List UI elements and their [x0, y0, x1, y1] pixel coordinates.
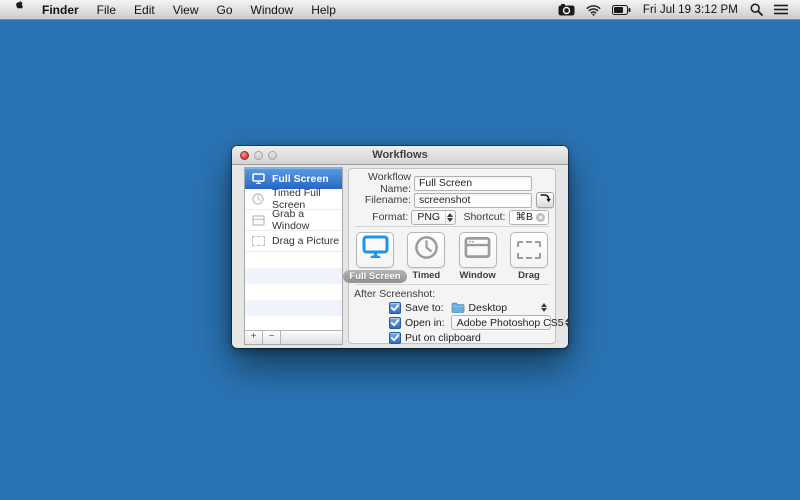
window-title: Workflows: [372, 149, 427, 161]
sidebar-item-grab-a-window[interactable]: Grab a Window: [245, 210, 342, 231]
popup-stepper-icon: [445, 211, 455, 224]
filename-token-button[interactable]: [536, 192, 554, 208]
filename-input[interactable]: [414, 193, 532, 208]
separator: [355, 284, 549, 285]
apple-menu[interactable]: [0, 0, 33, 19]
menu-edit-label: Edit: [134, 3, 155, 17]
menu-finder-label: Finder: [42, 3, 79, 17]
separator: [355, 226, 549, 227]
wifi-icon[interactable]: [584, 4, 603, 16]
filename-label: Filename:: [349, 194, 411, 206]
drag-mode-button[interactable]: [510, 232, 548, 268]
workflow-detail-panel: Workflow Name: Filename: Format: PNG Sho…: [348, 168, 556, 344]
menu-go[interactable]: Go: [208, 0, 242, 19]
menu-view-label: View: [173, 3, 199, 17]
popup-stepper-icon: [564, 316, 571, 329]
after-screenshot-heading: After Screenshot:: [354, 288, 435, 300]
mode-label: Timed: [412, 270, 440, 281]
sidebar-item-label: Grab a Window: [272, 208, 342, 232]
close-button[interactable]: [240, 151, 249, 160]
menu-file-label: File: [97, 3, 116, 17]
full-screen-mode-button[interactable]: [356, 232, 394, 268]
mode-label: Full Screen: [343, 270, 406, 283]
format-value: PNG: [417, 211, 444, 223]
add-workflow-button[interactable]: +: [245, 331, 263, 344]
shortcut-label: Shortcut:: [458, 211, 506, 223]
workflow-list: Full Screen Timed Full Screen Grab a Win…: [244, 167, 343, 345]
shortcut-value: ⌘B: [515, 211, 533, 223]
folder-icon: [451, 302, 465, 313]
save-to-value[interactable]: Desktop: [469, 302, 508, 314]
open-in-checkbox[interactable]: [389, 317, 401, 329]
desktop-wallpaper: Finder File Edit View Go Window Help Fri…: [0, 0, 800, 500]
menu-help-label: Help: [311, 3, 336, 17]
camera-icon[interactable]: [556, 4, 577, 16]
sidebar-footer: + −: [245, 330, 342, 344]
menu-go-label: Go: [217, 3, 233, 17]
display-icon: [362, 235, 389, 265]
save-to-stepper[interactable]: [541, 303, 547, 312]
mode-window: Window: [456, 232, 500, 283]
menu-view[interactable]: View: [164, 0, 208, 19]
open-in-popup[interactable]: Adobe Photoshop CS5: [451, 315, 551, 330]
open-in-value: Adobe Photoshop CS5: [457, 317, 564, 329]
mode-full-screen: Full Screen: [353, 232, 397, 283]
open-in-label: Open in:: [405, 317, 445, 329]
menu-window[interactable]: Window: [242, 0, 303, 19]
format-label: Format:: [349, 211, 408, 223]
mode-label: Drag: [518, 270, 540, 281]
marquee-icon: [251, 235, 265, 247]
apple-icon: [11, 1, 23, 18]
minimize-button[interactable]: [254, 151, 263, 160]
format-popup[interactable]: PNG: [411, 210, 455, 225]
workflow-name-input[interactable]: [414, 176, 532, 191]
remove-workflow-button[interactable]: −: [263, 331, 281, 344]
spotlight-icon[interactable]: [748, 3, 765, 16]
window-titlebar[interactable]: Workflows: [232, 146, 568, 165]
clear-shortcut-icon[interactable]: [536, 213, 545, 222]
clock-icon: [251, 193, 265, 205]
menu-list-icon[interactable]: [772, 4, 790, 15]
sidebar-item-label: Full Screen: [272, 173, 329, 185]
clipboard-label: Put on clipboard: [405, 332, 481, 344]
save-to-checkbox[interactable]: [389, 302, 401, 314]
menu-edit[interactable]: Edit: [125, 0, 164, 19]
battery-icon[interactable]: [610, 5, 633, 15]
script-arrow-icon: [539, 191, 551, 209]
mode-drag: Drag: [507, 232, 551, 283]
window-icon: [251, 214, 265, 226]
clipboard-checkbox[interactable]: [389, 332, 401, 344]
window-icon: [464, 236, 491, 264]
sidebar-empty-rows: [245, 252, 342, 330]
sidebar-item-full-screen[interactable]: Full Screen: [245, 168, 342, 189]
menu-file[interactable]: File: [88, 0, 125, 19]
shortcut-field[interactable]: ⌘B: [509, 210, 549, 225]
menu-bar: Finder File Edit View Go Window Help Fri…: [0, 0, 800, 20]
mode-label: Window: [459, 270, 495, 281]
sidebar-item-drag-a-picture[interactable]: Drag a Picture: [245, 231, 342, 252]
mode-timed: Timed: [404, 232, 448, 283]
menu-window-label: Window: [251, 3, 294, 17]
timed-mode-button[interactable]: [407, 232, 445, 268]
clock-icon: [414, 235, 439, 265]
menubar-clock[interactable]: Fri Jul 19 3:12 PM: [640, 4, 741, 16]
window-mode-button[interactable]: [459, 232, 497, 268]
save-to-label: Save to:: [405, 302, 444, 314]
marquee-icon: [517, 241, 541, 259]
display-icon: [251, 173, 265, 185]
sidebar-item-timed-full-screen[interactable]: Timed Full Screen: [245, 189, 342, 210]
workflows-window: Workflows Full Screen Timed Full Screen: [232, 146, 568, 348]
menu-finder[interactable]: Finder: [33, 0, 88, 19]
zoom-button[interactable]: [268, 151, 277, 160]
menu-help[interactable]: Help: [302, 0, 345, 19]
sidebar-item-label: Drag a Picture: [272, 235, 339, 247]
